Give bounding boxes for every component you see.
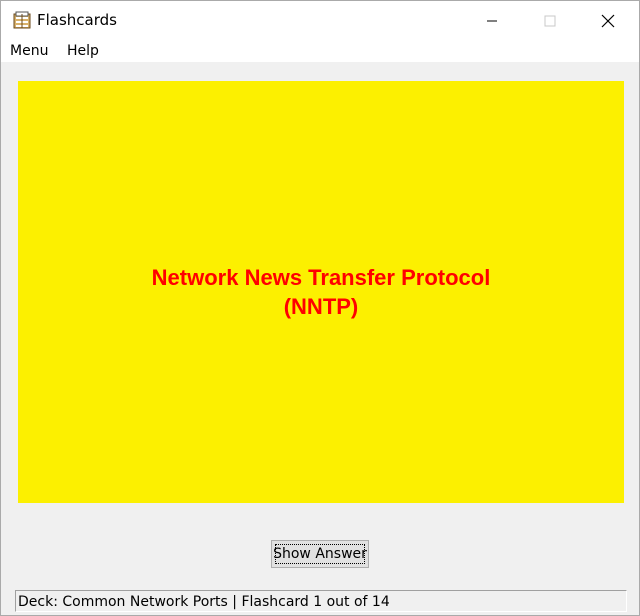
window-title: Flashcards	[37, 11, 117, 29]
show-answer-label: Show Answer	[273, 546, 367, 562]
status-bar: Deck: Common Network Ports | Flashcard 1…	[15, 590, 627, 612]
minimize-button[interactable]	[469, 1, 515, 40]
app-window: Flashcards Menu Help Network News Transf…	[0, 0, 640, 616]
minimize-icon	[487, 20, 497, 21]
show-answer-button[interactable]: Show Answer	[271, 540, 369, 568]
title-bar[interactable]: Flashcards	[1, 1, 639, 40]
close-icon	[601, 14, 615, 27]
status-text: Deck: Common Network Ports | Flashcard 1…	[18, 594, 390, 610]
menu-item-help[interactable]: Help	[67, 43, 99, 59]
flashcards-app-icon	[11, 10, 33, 30]
maximize-button[interactable]	[527, 1, 573, 40]
menu-item-menu[interactable]: Menu	[10, 43, 48, 59]
flashcard[interactable]: Network News Transfer Protocol (NNTP)	[18, 81, 624, 503]
menu-bar: Menu Help	[1, 40, 639, 63]
flashcard-text: Network News Transfer Protocol (NNTP)	[151, 265, 491, 319]
maximize-icon	[544, 15, 556, 26]
close-button[interactable]	[585, 1, 631, 40]
